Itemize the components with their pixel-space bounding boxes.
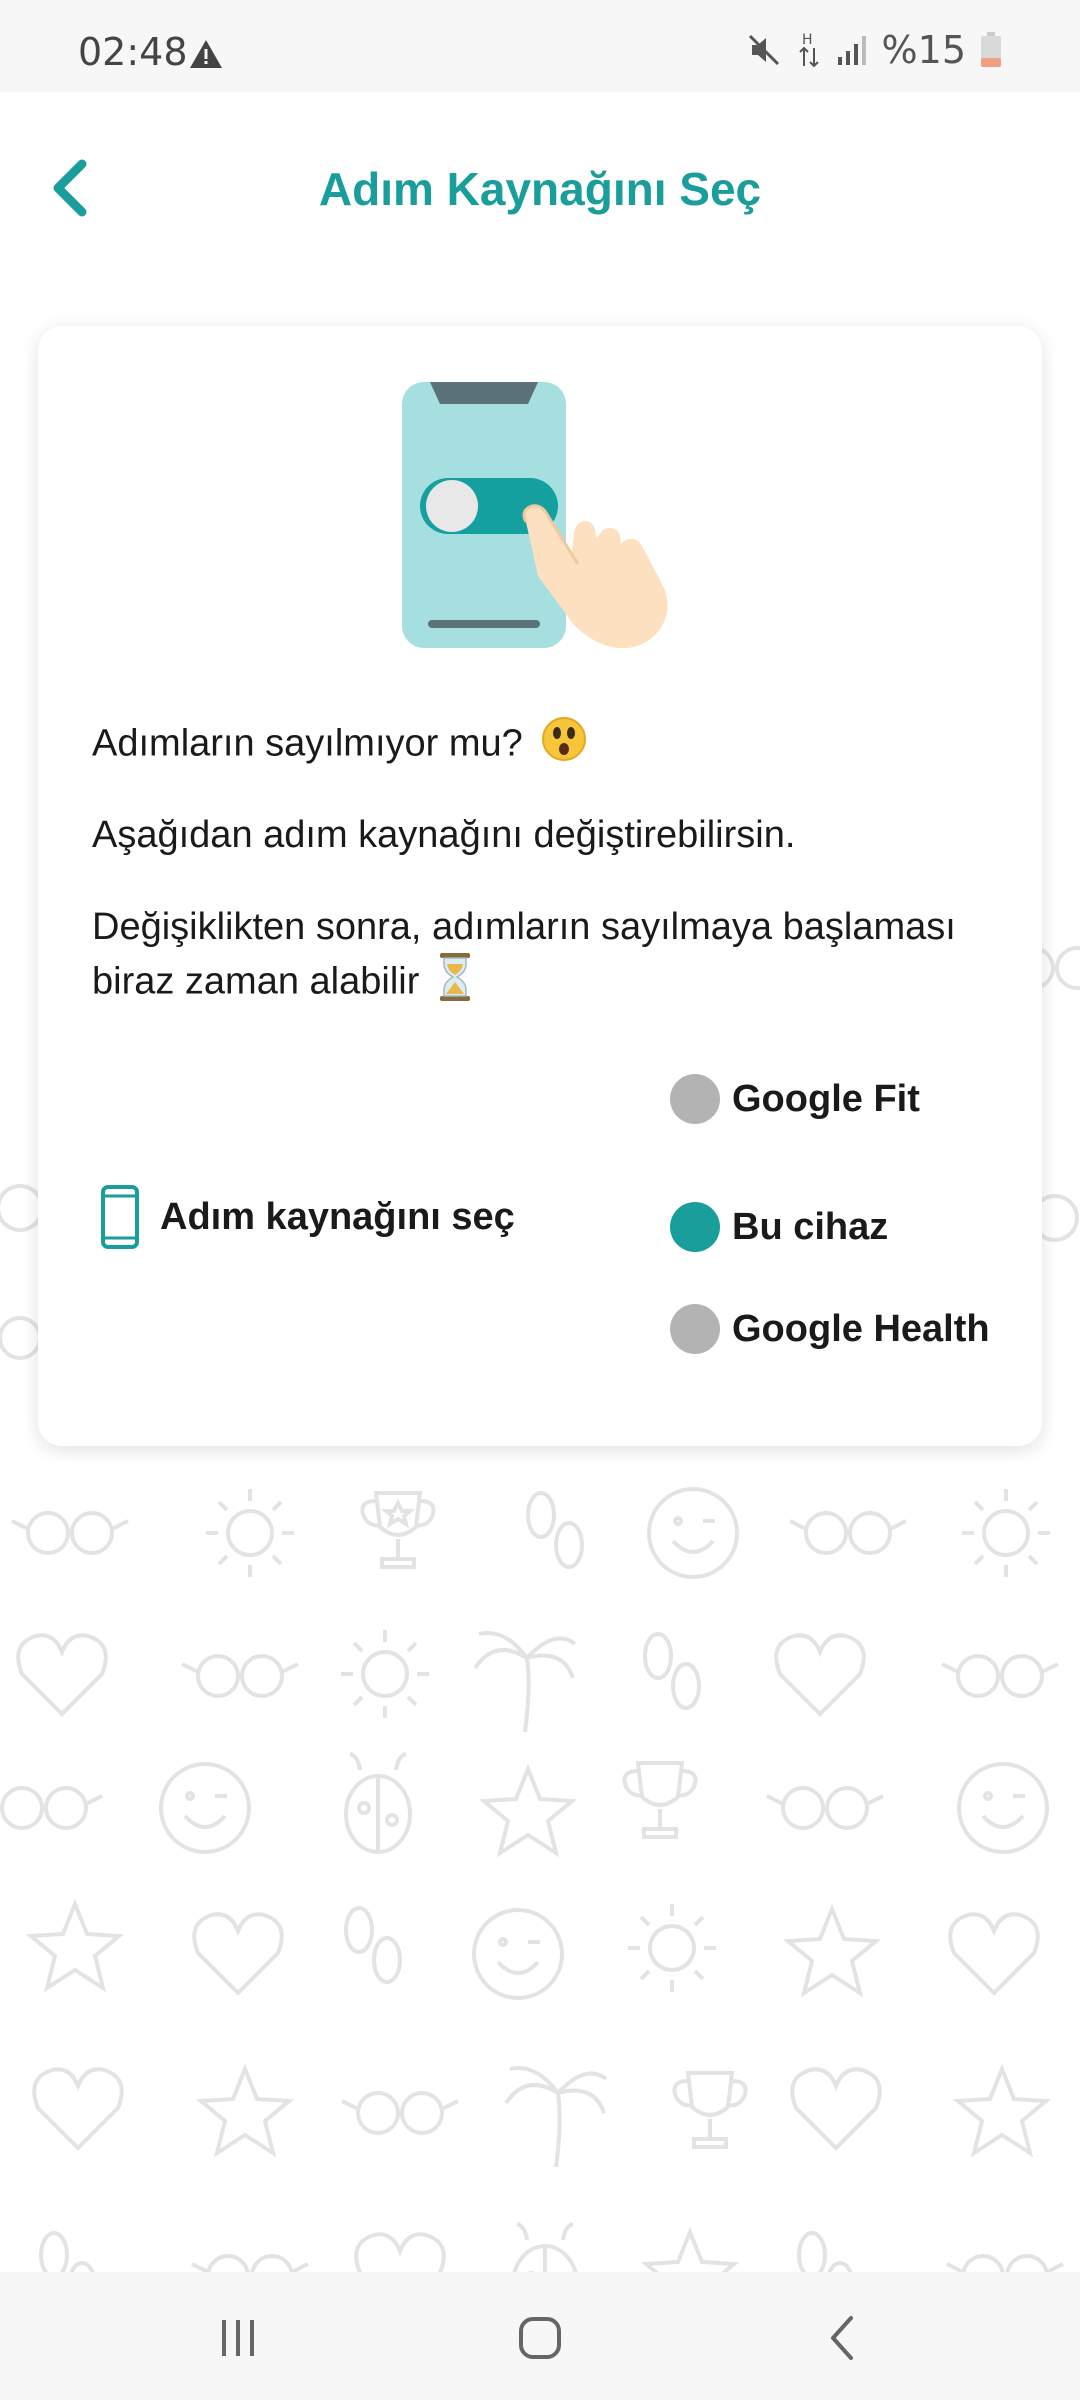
- page-title: Adım Kaynağını Seç: [318, 163, 762, 215]
- battery-percentage: %15: [881, 28, 966, 72]
- radio-indicator: [670, 1304, 720, 1354]
- warning-icon: [190, 40, 222, 68]
- status-time: 02:48: [78, 30, 188, 74]
- radio-option-label: Google Fit: [732, 1077, 920, 1120]
- back-icon: [831, 2316, 853, 2360]
- home-icon: [519, 2317, 561, 2359]
- signal-icon: [837, 36, 866, 65]
- source-select-label: Adım kaynağını seç: [160, 1195, 515, 1238]
- step-source-card: Adımların sayılmıyor mu? Aşağıdan adım k…: [38, 326, 1042, 1446]
- surprised-face-icon: [541, 716, 587, 775]
- recents-icon: [222, 2320, 254, 2356]
- hourglass-icon: [438, 952, 472, 1015]
- recents-button[interactable]: [206, 2306, 270, 2370]
- mute-icon: [748, 34, 779, 66]
- app-bar: Adım Kaynağını Seç: [0, 92, 1080, 299]
- wait-note-label: Değişiklikten sonra, adımların sayılmaya…: [92, 906, 956, 1003]
- status-bar: 02:48 H %15: [0, 0, 1080, 92]
- home-button[interactable]: [508, 2306, 572, 2370]
- nav-back-button[interactable]: [810, 2306, 874, 2370]
- instruction-text: Aşağıdan adım kaynağını değiştirebilirsi…: [92, 814, 796, 856]
- phone-toggle-illustration: [402, 382, 668, 649]
- battery-icon: [981, 32, 1001, 67]
- data-icon: H: [798, 32, 819, 68]
- navigation-bar: [0, 2272, 1080, 2400]
- radio-option-label: Google Health: [732, 1307, 990, 1350]
- phone-icon: [101, 1185, 139, 1249]
- svg-text:H: H: [802, 32, 813, 48]
- radio-indicator-selected: [670, 1202, 720, 1252]
- wait-note-text: Değişiklikten sonra, adımların sayılmaya…: [92, 902, 972, 1015]
- radio-option-label: Bu cihaz: [732, 1205, 889, 1248]
- radio-indicator: [670, 1074, 720, 1124]
- radio-option-google-fit[interactable]: Google Fit: [670, 1074, 920, 1124]
- radio-option-google-health[interactable]: Google Health: [670, 1304, 990, 1354]
- question-label: Adımların sayılmıyor mu?: [92, 722, 523, 765]
- radio-option-bu-cihaz[interactable]: Bu cihaz: [670, 1202, 888, 1252]
- source-select-row: Adım kaynağını seç: [100, 1184, 515, 1250]
- question-text: Adımların sayılmıyor mu?: [92, 716, 587, 775]
